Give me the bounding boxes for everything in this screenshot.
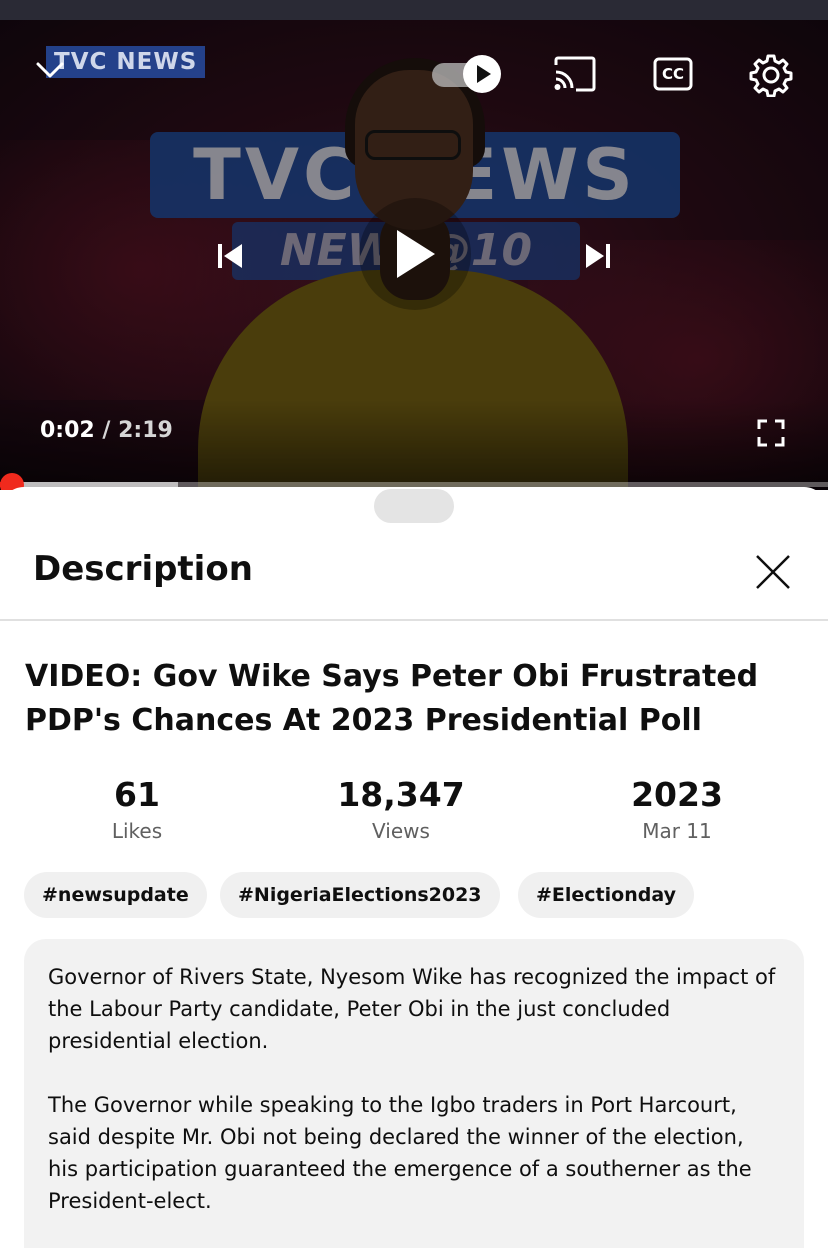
fullscreen-icon xyxy=(757,419,785,447)
status-strip xyxy=(0,0,828,20)
cast-icon xyxy=(554,56,596,92)
autoplay-toggle[interactable] xyxy=(430,52,504,96)
publish-day: Mar 11 xyxy=(642,819,712,843)
likes-label: Likes xyxy=(111,819,163,843)
fullscreen-button[interactable] xyxy=(748,410,794,456)
captions-label: CC xyxy=(661,65,685,83)
publish-date-stat: 2023 Mar 11 xyxy=(577,775,777,843)
views-count: 18,347 xyxy=(337,775,465,814)
video-title: VIDEO: Gov Wike Says Peter Obi Frustrate… xyxy=(25,659,759,738)
likes-stat: 61 Likes xyxy=(37,775,237,843)
play-icon xyxy=(397,230,435,278)
hashtag-chip[interactable]: #newsupdate xyxy=(24,872,207,918)
skip-previous-icon xyxy=(218,244,242,268)
current-time: 0:02 xyxy=(40,418,95,443)
description-paragraph: Governor of Rivers State, Nyesom Wike ha… xyxy=(48,965,776,1053)
close-sheet-button[interactable] xyxy=(750,549,796,595)
captions-button[interactable]: CC xyxy=(648,52,698,96)
settings-button[interactable] xyxy=(746,50,796,100)
sheet-title: Description xyxy=(33,549,253,589)
views-stat: 18,347 Views xyxy=(301,775,501,843)
time-separator: / xyxy=(94,418,119,443)
views-label: Views xyxy=(372,819,430,843)
collapse-player-button[interactable] xyxy=(26,50,74,90)
play-button[interactable] xyxy=(359,198,471,310)
skip-next-icon xyxy=(586,244,610,268)
time-display: 0:02 / 2:19 xyxy=(40,418,173,443)
sheet-divider xyxy=(0,619,828,621)
chevron-down-icon xyxy=(36,62,64,78)
description-sheet: Description VIDEO: Gov Wike Says Peter O… xyxy=(0,487,828,1248)
hashtag-chip[interactable]: #NigeriaElections2023 xyxy=(220,872,500,918)
sheet-drag-handle[interactable] xyxy=(374,489,454,523)
video-player[interactable]: TVC NEWS NEWS@10 TVC NEWS CC xyxy=(0,0,828,490)
publish-year: 2023 xyxy=(631,775,723,814)
video-duration: 2:19 xyxy=(118,418,173,443)
gear-icon xyxy=(749,54,793,97)
description-paragraph: The Governor while speaking to the Igbo … xyxy=(48,1093,752,1213)
close-icon xyxy=(756,555,790,589)
description-text-box: Governor of Rivers State, Nyesom Wike ha… xyxy=(24,939,804,1248)
hashtag-chip[interactable]: #Electionday xyxy=(518,872,694,918)
likes-count: 61 xyxy=(114,775,160,814)
next-video-button[interactable] xyxy=(574,232,622,280)
cast-button[interactable] xyxy=(550,52,600,96)
previous-video-button[interactable] xyxy=(206,232,254,280)
autoplay-toggle-icon xyxy=(432,55,501,93)
